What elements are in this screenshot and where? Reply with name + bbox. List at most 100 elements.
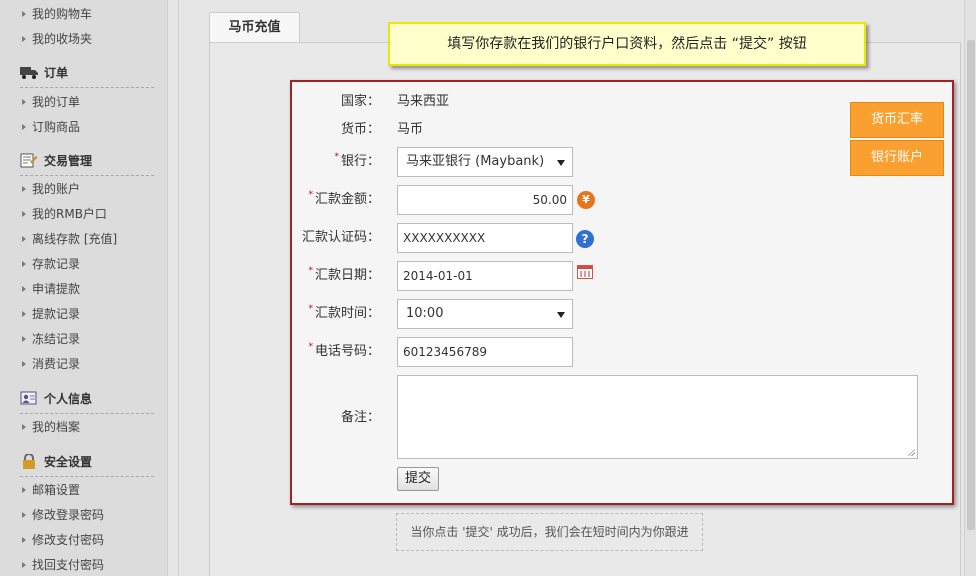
sidebar-item-label: 提款记录: [32, 307, 81, 321]
sidebar-item-cart[interactable]: 我的购物车: [22, 4, 92, 24]
amount-label-text: 汇款金额：: [314, 192, 380, 207]
bullet-arrow-icon: [22, 36, 26, 42]
sidebar-item-my-profile[interactable]: 我的档案: [22, 417, 80, 437]
sidebar-item-my-account[interactable]: 我的账户: [22, 179, 80, 199]
bullet-arrow-icon: [22, 562, 26, 568]
country-value: 马来西亚: [397, 94, 450, 109]
sidebar-item-my-orders[interactable]: 我的订单: [22, 92, 80, 112]
time-select[interactable]: 10:00: [397, 299, 573, 329]
sidebar-item-label: 我的RMB户口: [32, 207, 107, 221]
sidebar-item-frozen-records[interactable]: 冻结记录: [22, 329, 80, 349]
amount-input[interactable]: 50.00: [397, 185, 573, 215]
sidebar-item-deposit-records[interactable]: 存款记录: [22, 254, 80, 274]
tab-ringgit-topup[interactable]: 马币充值: [209, 12, 300, 42]
sidebar-item-ordered-goods[interactable]: 订购商品: [22, 117, 80, 137]
sidebar-item-label: 找回支付密码: [32, 558, 105, 572]
resize-handle-icon[interactable]: [907, 448, 915, 456]
sidebar-item-label: 冻结记录: [32, 332, 81, 346]
sidebar-item-spending-records[interactable]: 消费记录: [22, 354, 80, 374]
scrollbar-thumb[interactable]: [967, 40, 975, 530]
bank-label-text: 银行：: [340, 154, 380, 169]
sidebar-item-label: 邮箱设置: [32, 483, 81, 497]
id-card-icon: [20, 391, 37, 405]
amount-label: * 汇款金额：: [278, 185, 380, 216]
sidebar-section-security: 安全设置: [20, 451, 92, 473]
bullet-arrow-icon: [22, 261, 26, 267]
time-select-value: 10:00: [406, 306, 444, 321]
sidebar-item-rmb-account[interactable]: 我的RMB户口: [22, 204, 107, 224]
date-label-text: 汇款日期：: [314, 268, 380, 283]
gutter: [169, 0, 179, 576]
auth-code-label: 汇款认证码：: [301, 230, 380, 245]
sidebar-section-orders: 订单: [20, 62, 68, 84]
bullet-arrow-icon: [22, 186, 26, 192]
phone-label-text: 电话号码：: [314, 344, 380, 359]
sidebar-item-recover-payment-password[interactable]: 找回支付密码: [22, 555, 104, 575]
bullet-arrow-icon: [22, 487, 26, 493]
sidebar-item-withdrawal-records[interactable]: 提款记录: [22, 304, 80, 324]
sidebar-section-title: 订单: [44, 66, 69, 80]
sidebar-item-label: 我的档案: [32, 420, 81, 434]
sidebar-item-change-login-password[interactable]: 修改登录密码: [22, 505, 104, 525]
sidebar-item-label: 消费记录: [32, 357, 81, 371]
bullet-arrow-icon: [22, 99, 26, 105]
divider: [20, 87, 154, 88]
bank-select[interactable]: 马来亚银行 (Maybank): [397, 147, 573, 177]
exchange-rate-button[interactable]: 货币汇率: [850, 102, 944, 138]
calendar-icon[interactable]: [577, 265, 593, 279]
required-mark: *: [308, 342, 313, 352]
sidebar-item-label: 申请提款: [32, 282, 81, 296]
sidebar-item-change-payment-password[interactable]: 修改支付密码: [22, 530, 104, 550]
phone-input[interactable]: 60123456789: [397, 337, 573, 367]
sidebar-item-email-settings[interactable]: 邮箱设置: [22, 480, 80, 500]
sidebar-item-label: 我的订单: [32, 95, 81, 109]
sidebar-item-label: 修改支付密码: [32, 533, 105, 547]
currency-label: 货币：: [340, 122, 380, 137]
sidebar-item-label: 我的收场夹: [32, 32, 93, 46]
sidebar-item-favorites[interactable]: 我的收场夹: [22, 29, 92, 49]
divider: [20, 476, 154, 477]
help-icon[interactable]: ?: [576, 230, 594, 248]
yen-icon: ¥: [577, 191, 595, 209]
sidebar-item-label: 修改登录密码: [32, 508, 105, 522]
bullet-arrow-icon: [22, 211, 26, 217]
currency-value: 马币: [397, 122, 424, 137]
divider: [20, 413, 154, 414]
auth-code-input[interactable]: XXXXXXXXXX: [397, 223, 573, 253]
truck-icon: [20, 67, 38, 79]
sidebar-section-transactions: 交易管理: [20, 150, 92, 172]
chevron-down-icon: [557, 160, 565, 166]
instruction-tooltip: 填写你存款在我们的银行户口资料，然后点击 “提交” 按钮: [388, 22, 866, 66]
sidebar-item-label: 订购商品: [32, 120, 81, 134]
bank-label: * 银行：: [278, 147, 380, 178]
sidebar-section-personal-info: 个人信息: [20, 388, 92, 410]
transaction-icon: [20, 153, 38, 168]
phone-label: * 电话号码：: [278, 337, 380, 368]
bullet-arrow-icon: [22, 236, 26, 242]
bullet-arrow-icon: [22, 537, 26, 543]
sidebar-section-title: 交易管理: [44, 154, 93, 168]
sidebar-item-label: 离线存款 [充值]: [32, 232, 118, 246]
required-mark: *: [308, 304, 313, 314]
bullet-arrow-icon: [22, 512, 26, 518]
date-input[interactable]: 2014-01-01: [397, 261, 573, 291]
bank-account-button[interactable]: 银行账户: [850, 140, 944, 176]
sidebar-item-label: 存款记录: [32, 257, 81, 271]
remarks-label: 备注：: [340, 410, 380, 425]
sidebar-section-title: 个人信息: [44, 392, 93, 406]
success-note: 当你点击 '提交' 成功后，我们会在短时间内为你跟进: [396, 513, 703, 551]
required-mark: *: [334, 152, 339, 162]
submit-button[interactable]: 提交: [397, 467, 439, 491]
scrollbar[interactable]: [964, 0, 976, 576]
remarks-textarea[interactable]: [397, 375, 918, 459]
sidebar-item-apply-withdrawal[interactable]: 申请提款: [22, 279, 80, 299]
time-label-text: 汇款时间：: [314, 306, 380, 321]
sidebar: 我的购物车 我的收场夹 订单 我的订单 订购商品 交易管理 我的账户 我的RMB…: [0, 0, 168, 576]
required-mark: *: [308, 266, 313, 276]
time-label: * 汇款时间：: [278, 299, 380, 330]
sidebar-item-offline-deposit[interactable]: 离线存款 [充值]: [22, 229, 117, 249]
chevron-down-icon: [557, 312, 565, 318]
divider: [20, 175, 154, 176]
bank-select-value: 马来亚银行 (Maybank): [406, 154, 545, 169]
lock-icon: [23, 454, 35, 469]
